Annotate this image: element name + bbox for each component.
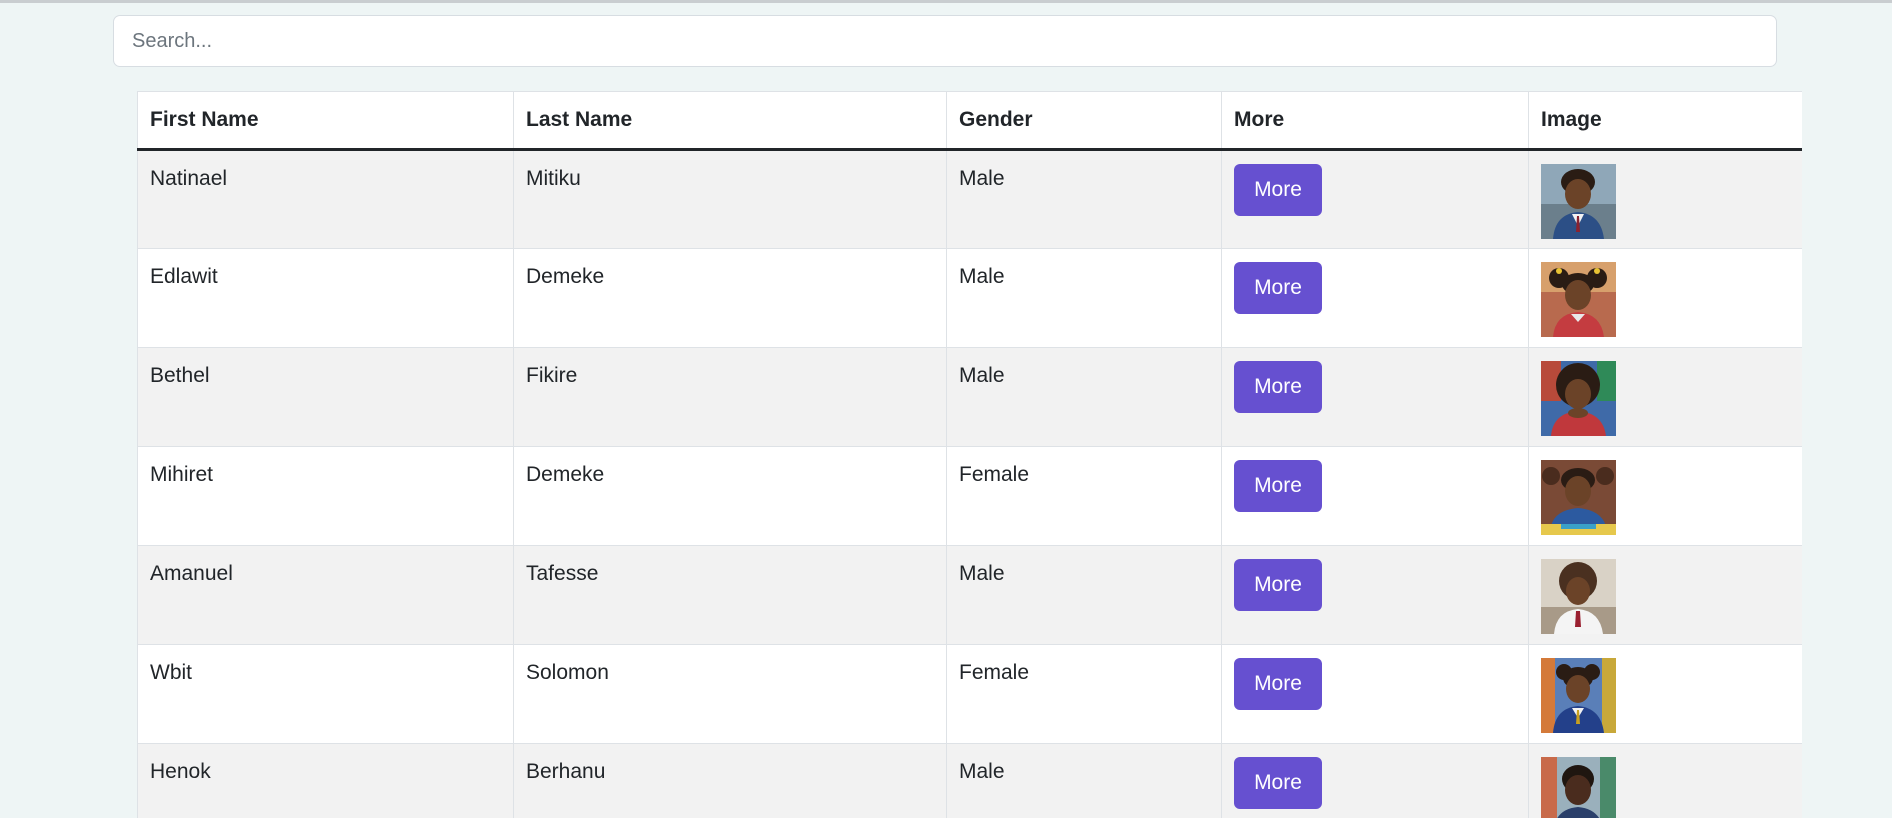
more-cell: More [1221, 347, 1529, 447]
gender-cell: Male [946, 347, 1222, 447]
top-border [0, 0, 1892, 3]
more-cell: More [1221, 644, 1529, 744]
students-table: First Name Last Name Gender More Image N… [137, 91, 1802, 818]
table-header-row: First Name Last Name Gender More Image [137, 91, 1802, 151]
more-cell: More [1221, 149, 1529, 249]
more-cell: More [1221, 248, 1529, 348]
student-photo [1541, 361, 1616, 436]
first-name-cell: Edlawit [137, 248, 514, 348]
last-name-cell: Solomon [513, 644, 947, 744]
last-name-cell: Berhanu [513, 743, 947, 818]
column-header-more: More [1221, 91, 1529, 151]
gender-cell: Male [946, 743, 1222, 818]
image-cell [1528, 149, 1802, 249]
last-name-cell: Mitiku [513, 149, 947, 249]
column-header-last-name: Last Name [513, 91, 947, 151]
search-bar [113, 15, 1777, 67]
gender-cell: Male [946, 248, 1222, 348]
students-table-container: First Name Last Name Gender More Image N… [137, 91, 1802, 818]
image-cell [1528, 446, 1802, 546]
more-button[interactable]: More [1234, 658, 1322, 710]
student-photo [1541, 559, 1616, 634]
gender-cell: Male [946, 545, 1222, 645]
more-cell: More [1221, 743, 1529, 818]
table-row: Mihiret Demeke Female More [137, 446, 1802, 546]
image-cell [1528, 644, 1802, 744]
student-photo [1541, 460, 1616, 535]
more-cell: More [1221, 446, 1529, 546]
image-cell [1528, 347, 1802, 447]
first-name-cell: Natinael [137, 149, 514, 249]
search-input[interactable] [113, 15, 1777, 67]
more-button[interactable]: More [1234, 361, 1322, 413]
more-button[interactable]: More [1234, 164, 1322, 216]
first-name-cell: Wbit [137, 644, 514, 744]
more-button[interactable]: More [1234, 559, 1322, 611]
student-photo [1541, 164, 1616, 239]
more-button[interactable]: More [1234, 460, 1322, 512]
gender-cell: Female [946, 446, 1222, 546]
column-header-first-name: First Name [137, 91, 514, 151]
last-name-cell: Demeke [513, 446, 947, 546]
table-row: Bethel Fikire Male More [137, 347, 1802, 447]
table-row: Amanuel Tafesse Male More [137, 545, 1802, 645]
more-button[interactable]: More [1234, 262, 1322, 314]
student-photo [1541, 757, 1616, 818]
first-name-cell: Amanuel [137, 545, 514, 645]
first-name-cell: Henok [137, 743, 514, 818]
student-photo [1541, 658, 1616, 733]
table-row: Henok Berhanu Male More [137, 743, 1802, 818]
image-cell [1528, 545, 1802, 645]
image-cell [1528, 743, 1802, 818]
gender-cell: Female [946, 644, 1222, 744]
table-row: Natinael Mitiku Male More [137, 149, 1802, 249]
table-row: Wbit Solomon Female More [137, 644, 1802, 744]
column-header-gender: Gender [946, 91, 1222, 151]
first-name-cell: Bethel [137, 347, 514, 447]
last-name-cell: Demeke [513, 248, 947, 348]
image-cell [1528, 248, 1802, 348]
more-button[interactable]: More [1234, 757, 1322, 809]
first-name-cell: Mihiret [137, 446, 514, 546]
gender-cell: Male [946, 149, 1222, 249]
column-header-image: Image [1528, 91, 1802, 151]
table-row: Edlawit Demeke Male More [137, 248, 1802, 348]
student-photo [1541, 262, 1616, 337]
more-cell: More [1221, 545, 1529, 645]
last-name-cell: Tafesse [513, 545, 947, 645]
last-name-cell: Fikire [513, 347, 947, 447]
